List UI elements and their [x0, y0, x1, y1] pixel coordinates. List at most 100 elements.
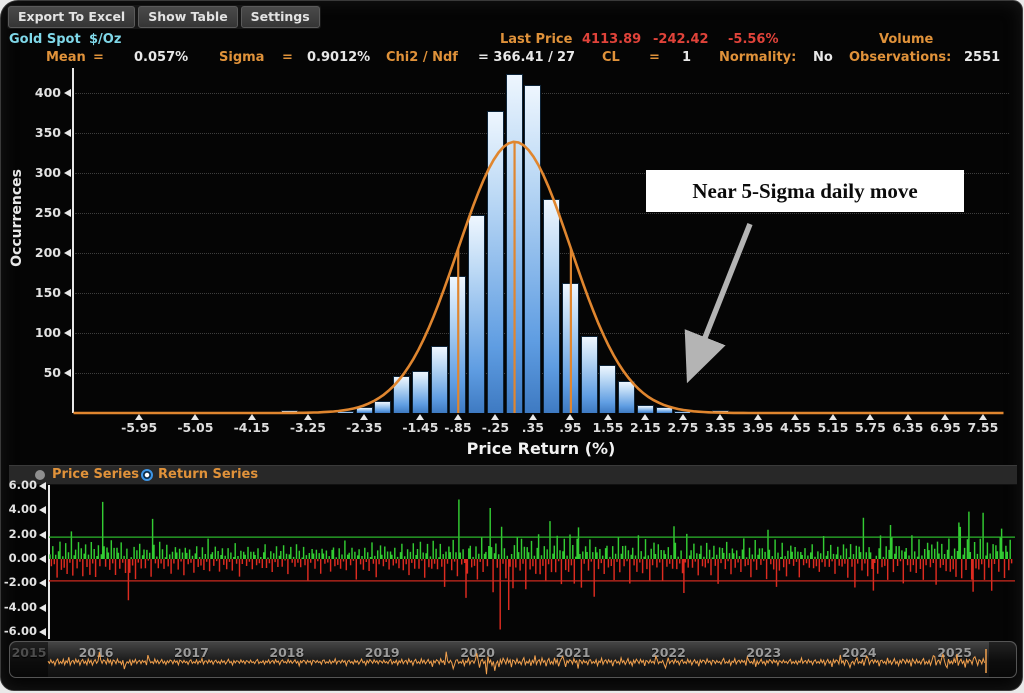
navigator-year-label: 2016 [79, 645, 114, 660]
legend-label[interactable]: Price Series [52, 467, 139, 482]
return-y-axis [48, 485, 50, 639]
gridline [75, 93, 1009, 94]
y-tick-marker [64, 169, 71, 177]
header-field: Gold Spot [9, 32, 81, 47]
return-y-tick-label: -6.00 [1, 624, 37, 638]
return-y-tick-marker [39, 555, 46, 563]
y-tick-label: 50 [23, 365, 61, 380]
navigator-unselected-right[interactable] [989, 642, 1016, 677]
histogram-bar [712, 410, 729, 413]
gridline [75, 373, 1009, 374]
histogram-bar [412, 371, 429, 413]
histogram-bar [449, 276, 466, 413]
histogram-bar [506, 74, 523, 413]
histogram-bar [656, 407, 673, 413]
x-tick-label: -2.35 [341, 420, 387, 435]
histogram-bar [431, 346, 448, 413]
y-tick-marker [64, 89, 71, 97]
series-legend: Price Series Return Series [9, 465, 1017, 485]
return-series-negative-bars [51, 559, 1011, 630]
y-tick-label: 100 [23, 325, 61, 340]
settings-button[interactable]: Settings [241, 6, 320, 28]
x-tick-label: -5.05 [172, 420, 218, 435]
y-tick-marker [64, 289, 71, 297]
header-field: No [813, 50, 833, 65]
gridline [75, 333, 1009, 334]
return-y-tick-label: 4.00 [1, 502, 37, 516]
x-tick-label: -3.25 [285, 420, 331, 435]
histogram-bar [581, 336, 598, 413]
x-tick-label: -5.95 [116, 420, 162, 435]
histogram-bar [374, 401, 391, 413]
return-y-tick-marker [39, 531, 46, 539]
histogram-bar [281, 410, 298, 413]
toolbar: Export To ExcelShow TableSettings [7, 5, 321, 29]
header-field: Last Price [500, 32, 572, 47]
gridline [75, 133, 1009, 134]
return-y-tick-label: 2.00 [1, 527, 37, 541]
y-tick-marker [64, 369, 71, 377]
export-to-excel-button[interactable]: Export To Excel [8, 6, 135, 28]
navigator-year-label: 2020 [460, 645, 495, 660]
histogram-y-axis-title: Occurrences [9, 169, 25, 309]
gridline [75, 253, 1009, 254]
histogram-bar [543, 199, 560, 413]
annotation-arrow-shaft [691, 224, 750, 373]
navigator-unselected-left[interactable] [10, 642, 48, 677]
histogram-bar [337, 411, 354, 413]
histogram-bar [618, 381, 635, 413]
histogram-bar [468, 215, 485, 413]
gridline [75, 293, 1009, 294]
header-field: = [93, 50, 104, 65]
return-y-tick-marker [39, 628, 46, 636]
navigator-year-label: 2017 [174, 645, 209, 660]
header-field: Sigma [219, 50, 264, 65]
header-field: CL [602, 50, 620, 65]
histogram-bar [562, 283, 579, 413]
histogram-bar [524, 85, 541, 413]
gridline [75, 213, 1009, 214]
return-y-tick-label: -4.00 [1, 600, 37, 614]
header-field: 27 [557, 50, 575, 65]
y-tick-label: 350 [23, 125, 61, 140]
header-field: -242.42 [653, 32, 709, 47]
header-row-stats: Mean=0.057%Sigma=0.9012%Chi2 / Ndf= 366.… [1, 50, 1023, 65]
show-table-button[interactable]: Show Table [138, 6, 237, 28]
header-field: $/Oz [89, 32, 121, 47]
navigator-year-label: 2018 [269, 645, 304, 660]
annotation-box: Near 5-Sigma daily move [646, 170, 964, 212]
return-y-tick-marker [39, 482, 46, 490]
navigator-year-label: 2023 [746, 645, 781, 660]
navigator-year-label: 2021 [556, 645, 591, 660]
y-tick-marker [64, 129, 71, 137]
header-field: = 366.41 / [478, 50, 553, 65]
y-tick-marker [64, 329, 71, 337]
radio-selected-return-series[interactable] [141, 469, 153, 481]
header-field: Observations: [849, 50, 951, 65]
header-field: 4113.89 [582, 32, 641, 47]
histogram-bar [599, 365, 616, 413]
header-field: 0.9012% [307, 50, 370, 65]
header-field: Mean [46, 50, 86, 65]
header-field: Normality: [719, 50, 796, 65]
return-y-tick-marker [39, 604, 46, 612]
return-y-tick-marker [39, 579, 46, 587]
y-tick-label: 300 [23, 165, 61, 180]
return-y-tick-label: 6.00 [1, 478, 37, 492]
header-field: 2551 [964, 50, 1000, 65]
terminal-window: Export To ExcelShow TableSettings Gold S… [0, 0, 1023, 691]
navigator-year-label: 2024 [842, 645, 877, 660]
y-tick-marker [64, 209, 71, 217]
histogram-bar [674, 411, 691, 413]
histogram-x-axis-title: Price Return (%) [401, 439, 681, 458]
header-row-security: Gold Spot$/OzLast Price4113.89-242.42-5.… [1, 32, 1023, 47]
return-y-tick-label: -2.00 [1, 575, 37, 589]
histogram-bar [487, 111, 504, 413]
header-field: 1 [682, 50, 691, 65]
return-y-tick-label: 0.00 [1, 551, 37, 565]
header-field: Chi2 / Ndf [386, 50, 458, 65]
header-field: Volume [879, 32, 933, 47]
return-y-tick-marker [39, 506, 46, 514]
y-tick-label: 250 [23, 205, 61, 220]
legend-label[interactable]: Return Series [158, 467, 258, 482]
